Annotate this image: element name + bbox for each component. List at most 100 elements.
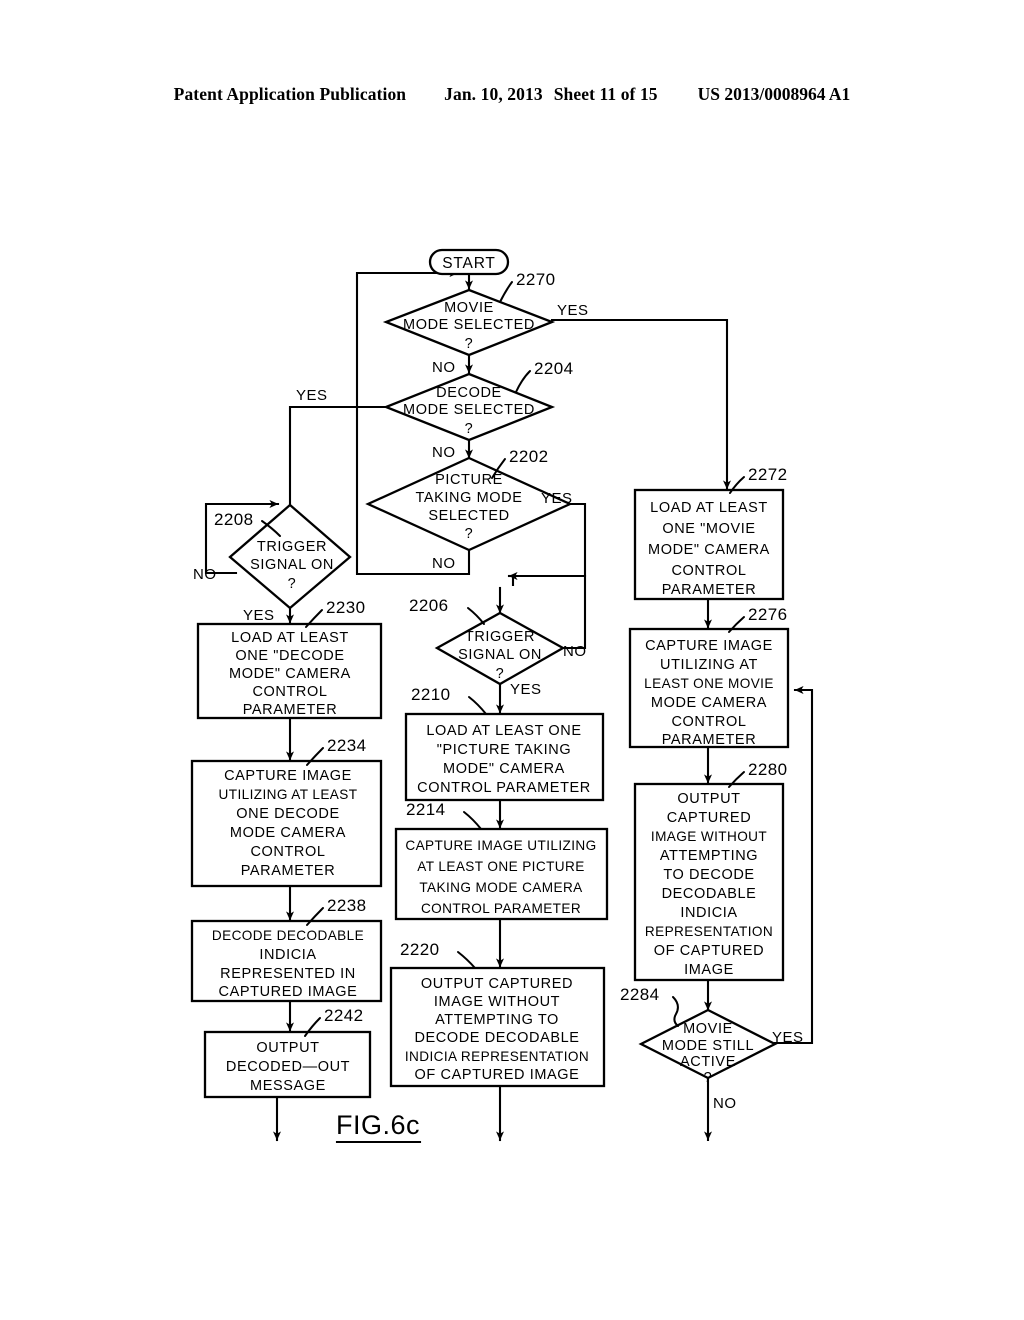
node-2202-line-2: SELECTED — [428, 508, 509, 524]
node-2220-line-1: IMAGE WITHOUT — [434, 994, 560, 1010]
ref-2284: 2284 — [620, 985, 659, 1004]
node-2202-line-0: PICTURE — [435, 472, 503, 488]
node-2210-line-2: MODE" CAMERA — [443, 761, 565, 777]
node-2270-line-0: MOVIE — [444, 300, 494, 316]
start-terminal[interactable]: START — [428, 248, 510, 276]
node-2220-line-0: OUTPUT CAPTURED — [421, 976, 573, 992]
branch-2208-no: NO — [193, 566, 217, 583]
ref-2272: 2272 — [748, 465, 787, 484]
node-2280-line-0: OUTPUT — [677, 791, 740, 807]
node-2284-line-3: ? — [704, 1070, 713, 1086]
branch-2270-yes: YES — [557, 302, 589, 319]
branch-2206-no: NO — [563, 643, 587, 660]
node-2270-line-2: ? — [465, 336, 474, 352]
node-2214-line-0: CAPTURE IMAGE UTILIZING — [405, 838, 596, 853]
start-label: START — [442, 255, 495, 272]
node-2280-line-8: OF CAPTURED — [654, 943, 765, 959]
node-2220-line-2: ATTEMPTING TO — [435, 1012, 559, 1028]
branch-2202-no: NO — [432, 555, 456, 572]
node-2238-line-3: CAPTURED IMAGE — [219, 984, 358, 1000]
node-2280-line-4: TO DECODE — [663, 867, 754, 883]
node-2202-line-3: ? — [465, 526, 474, 542]
node-2208-line-2: ? — [288, 576, 297, 592]
branch-2208-yes: YES — [243, 607, 275, 624]
node-2284-line-1: MODE STILL — [662, 1038, 754, 1054]
node-2210-line-1: "PICTURE TAKING — [437, 742, 571, 758]
node-2208-line-0: TRIGGER — [257, 539, 327, 555]
edge-2270yes-to-2272 — [550, 318, 731, 491]
node-2234-line-2: ONE DECODE — [236, 806, 340, 822]
node-2280-line-2: IMAGE WITHOUT — [651, 829, 767, 844]
flowchart-figure: START MOVIE MODE SELECTED ? DECODE MODE … — [0, 0, 1024, 1320]
node-2276-line-2: LEAST ONE MOVIE — [644, 676, 774, 691]
ref-2220: 2220 — [400, 940, 439, 959]
node-2272-line-1: ONE "MOVIE — [662, 521, 755, 537]
figure-label-group: FIG.6c — [335, 1110, 422, 1144]
node-2220-line-4: INDICIA REPRESENTATION — [405, 1049, 589, 1064]
node-2214-line-3: CONTROL PARAMETER — [421, 901, 581, 916]
ref-2208: 2208 — [214, 510, 253, 529]
node-2206-line-1: SIGNAL ON — [458, 647, 542, 663]
node-2280-line-1: CAPTURED — [667, 810, 752, 826]
node-2210-line-0: LOAD AT LEAST ONE — [426, 723, 581, 739]
node-2230-line-1: ONE "DECODE — [235, 648, 344, 664]
ref-2230: 2230 — [326, 598, 365, 617]
ref-2204: 2204 — [534, 359, 573, 378]
node-2202-line-1: TAKING MODE — [415, 490, 522, 506]
node-2272-line-2: MODE" CAMERA — [648, 542, 770, 558]
node-2206-line-2: ? — [496, 666, 505, 682]
node-2270-line-1: MODE SELECTED — [403, 317, 535, 333]
ref-2202: 2202 — [509, 447, 548, 466]
node-2234-line-5: PARAMETER — [241, 863, 336, 879]
node-2238-line-0: DECODE DECODABLE — [212, 928, 364, 943]
patent-page: Patent Application Publication Jan. 10, 2… — [0, 0, 1024, 1320]
ref-2206: 2206 — [409, 596, 448, 615]
branch-2284-yes: YES — [772, 1029, 804, 1046]
ref-2270: 2270 — [516, 270, 555, 289]
node-2234-line-0: CAPTURE IMAGE — [224, 768, 352, 784]
node-2280-line-3: ATTEMPTING — [660, 848, 758, 864]
node-2204-line-0: DECODE — [436, 385, 502, 401]
node-2242-line-2: MESSAGE — [250, 1078, 326, 1094]
node-2238-line-2: REPRESENTED IN — [220, 966, 356, 982]
ref-2276: 2276 — [748, 605, 787, 624]
node-2230-line-4: PARAMETER — [243, 702, 338, 718]
node-2230-line-2: MODE" CAMERA — [229, 666, 351, 682]
node-2284-line-2: ACTIVE — [680, 1054, 736, 1070]
node-2272-line-0: LOAD AT LEAST — [650, 500, 768, 516]
node-2204-line-2: ? — [465, 421, 474, 437]
node-2234-line-3: MODE CAMERA — [230, 825, 346, 841]
node-2238-line-1: INDICIA — [259, 947, 316, 963]
node-2242-line-1: DECODED—OUT — [226, 1059, 350, 1075]
node-2230-line-0: LOAD AT LEAST — [231, 630, 349, 646]
branch-2204-no: NO — [432, 444, 456, 461]
branch-2284-no: NO — [713, 1095, 737, 1112]
node-2276-line-3: MODE CAMERA — [651, 695, 767, 711]
ref-2280: 2280 — [748, 760, 787, 779]
node-2208-line-1: SIGNAL ON — [250, 557, 334, 573]
node-2276-line-1: UTILIZING AT — [660, 657, 758, 673]
branch-2202-yes: YES — [541, 490, 573, 507]
ref-2214: 2214 — [406, 800, 445, 819]
node-2280-line-9: IMAGE — [684, 962, 734, 978]
node-2234-line-1: UTILIZING AT LEAST — [219, 787, 358, 802]
node-2276-line-4: CONTROL — [671, 714, 746, 730]
branch-2204-yes: YES — [296, 387, 328, 404]
node-2230-line-3: CONTROL — [252, 684, 327, 700]
ref-2242: 2242 — [324, 1006, 363, 1025]
node-2272-line-4: PARAMETER — [662, 582, 757, 598]
node-2280-line-5: DECODABLE — [662, 886, 757, 902]
node-2276-line-0: CAPTURE IMAGE — [645, 638, 773, 654]
node-2280-line-7: REPRESENTATION — [645, 924, 773, 939]
node-2284-line-0: MOVIE — [683, 1021, 733, 1037]
node-2214-line-1: AT LEAST ONE PICTURE — [417, 859, 584, 874]
figure-label: FIG.6c — [336, 1110, 420, 1140]
node-2280-line-6: INDICIA — [680, 905, 737, 921]
node-2214-line-2: TAKING MODE CAMERA — [419, 880, 583, 895]
branch-2270-no: NO — [432, 359, 456, 376]
node-2220-line-5: OF CAPTURED IMAGE — [415, 1067, 580, 1083]
node-2220-line-3: DECODE DECODABLE — [414, 1030, 579, 1046]
node-2276-line-5: PARAMETER — [662, 732, 757, 748]
node-2242-line-0: OUTPUT — [256, 1040, 319, 1056]
node-2234-line-4: CONTROL — [250, 844, 325, 860]
